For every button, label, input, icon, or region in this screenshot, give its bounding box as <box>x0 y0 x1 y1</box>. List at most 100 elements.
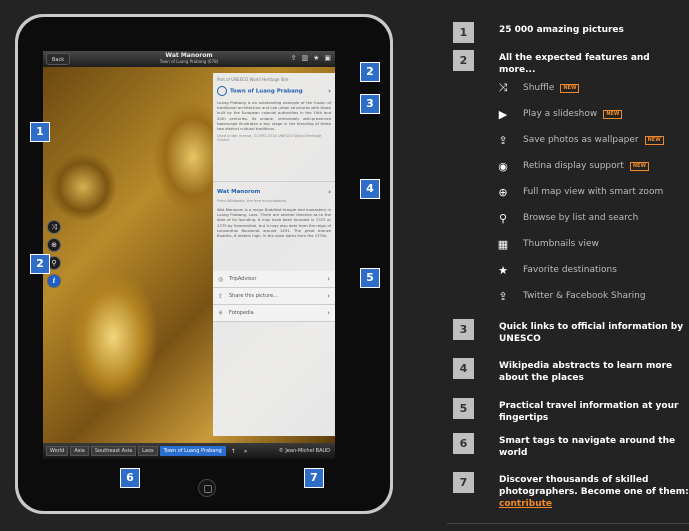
play-icon[interactable]: ▣ <box>324 54 331 62</box>
callout-badge-2: 2 <box>30 254 50 274</box>
globe-icon: ⊕ <box>498 185 508 199</box>
subfeature-retina: ◉ Retina display support NEW <box>496 159 649 173</box>
globe-icon[interactable]: ⊕ <box>47 238 61 252</box>
tag-world[interactable]: World <box>46 446 69 456</box>
feature-number: 7 <box>453 472 474 493</box>
callout-badge-4: 4 <box>360 179 380 199</box>
list-item-tripadvisor[interactable]: ◎ TripAdvisor › <box>213 271 335 288</box>
callout-badge-3: 3 <box>360 94 380 114</box>
star-icon[interactable]: ★ <box>313 54 319 62</box>
feature-text: All the expected features and more... <box>499 53 650 75</box>
new-badge: NEW <box>644 135 664 145</box>
search-icon: ⚲ <box>498 211 508 225</box>
subfeature-wallpaper: ⇪ Save photos as wallpaper NEW <box>496 133 664 147</box>
feature-number: 2 <box>453 50 474 71</box>
unesco-description: Luang Prabang is an outstanding example … <box>217 100 331 132</box>
shuffle-icon[interactable]: ⤨ <box>47 220 61 234</box>
unesco-link[interactable]: Town of Luang Prabang <box>230 89 303 95</box>
wikipedia-link[interactable]: Wat Manorom <box>217 189 260 195</box>
wikipedia-link-row[interactable]: Wat Manorom › <box>217 188 331 196</box>
divider-line <box>447 523 689 524</box>
wikipedia-section: Wat Manorom › From Wikipedia, the free e… <box>217 188 331 238</box>
subfeature-favorites: ★ Favorite destinations <box>496 263 617 277</box>
new-badge: NEW <box>629 161 649 171</box>
feature-number: 3 <box>453 319 474 340</box>
tag-laos[interactable]: Laos <box>138 446 158 456</box>
home-button[interactable] <box>198 479 216 497</box>
subfeature-label: Favorite destinations <box>523 265 617 275</box>
subfeature-label: Play a slideshow <box>523 109 598 119</box>
info-icon[interactable]: i <box>47 274 61 288</box>
feature-text: Discover thousands of skilled photograph… <box>499 474 689 510</box>
feature-number: 1 <box>453 22 474 43</box>
tripadvisor-icon: ◎ <box>218 275 224 283</box>
new-badge: NEW <box>603 109 623 119</box>
star-icon: ★ <box>498 263 508 277</box>
callout-badge-2-top: 2 <box>360 62 380 82</box>
subfeature-label: Full map view with smart zoom <box>523 187 664 197</box>
feature-text: 25 000 amazing pictures <box>499 25 624 35</box>
chevron-right-icon: › <box>327 275 330 283</box>
list-item-fotopedia[interactable]: ⚘ Fotopedia › <box>213 305 335 322</box>
tag-town-of-luang-prabang[interactable]: Town of Luang Prabang <box>159 446 226 456</box>
callout-badge-7: 7 <box>304 468 324 488</box>
subfeature-browse: ⚲ Browse by list and search <box>496 211 638 225</box>
subfeature-label: Save photos as wallpaper <box>523 135 639 145</box>
info-panel: Part of UNESCO World Heritage Site Town … <box>213 73 335 436</box>
subfeature-shuffle: ⤨ Shuffle NEW <box>496 81 580 95</box>
new-badge: NEW <box>560 83 580 93</box>
list-item-label: Share this picture... <box>229 293 278 299</box>
share-icon[interactable]: ⇪ <box>291 54 297 62</box>
photographer-credit[interactable]: © Jean-Michel BAUD <box>279 448 332 454</box>
unesco-logo-icon <box>217 86 227 96</box>
wikipedia-abstract: Wat Manorom is a major Buddhist temple a… <box>217 207 331 239</box>
list-item-label: Fotopedia <box>229 310 254 316</box>
subfeature-label: Shuffle <box>523 83 555 93</box>
tag-asia[interactable]: Asia <box>70 446 89 456</box>
callout-badge-5: 5 <box>360 268 380 288</box>
feature-number: 6 <box>453 433 474 454</box>
subfeature-slideshow: ▶ Play a slideshow NEW <box>496 107 623 121</box>
thumbnails-icon[interactable]: ▥ <box>301 54 308 62</box>
list-item-label: TripAdvisor <box>229 276 257 282</box>
top-bar-icons: ⇪ ▥ ★ ▣ <box>291 54 331 62</box>
subfeature-sharing: ⇪ Twitter & Facebook Sharing <box>496 289 646 303</box>
subfeature-label: Thumbnails view <box>523 239 599 249</box>
panel-divider <box>213 181 335 182</box>
screen-top-bar: Back Wat Manorom Town of Luang Prabang (… <box>43 51 335 67</box>
more-tags-button[interactable]: » <box>241 448 251 455</box>
feature-text: Wikipedia abstracts to learn more about … <box>499 361 673 383</box>
unesco-section: Part of UNESCO World Heritage Site Town … <box>217 77 331 142</box>
breadcrumb-bar: World Asia Southeast Asia Laos Town of L… <box>43 443 335 459</box>
share-icon: ⇪ <box>218 292 224 300</box>
feature-text: Quick links to official information by U… <box>499 322 684 344</box>
shuffle-icon: ⤨ <box>498 81 508 94</box>
arrow-up-icon[interactable]: ↑ <box>228 448 239 455</box>
callout-badge-6: 6 <box>120 468 140 488</box>
chevron-right-icon: › <box>328 87 331 95</box>
unesco-license: Used under license, ©1992-2010 UNESCO Wo… <box>217 134 322 143</box>
feature-text-main: Discover thousands of skilled photograph… <box>499 475 689 497</box>
chevron-right-icon: › <box>328 188 331 196</box>
chevron-right-icon: › <box>327 292 330 300</box>
eye-icon: ◉ <box>498 159 508 173</box>
subfeature-label: Twitter & Facebook Sharing <box>523 291 646 301</box>
subfeature-label: Browse by list and search <box>523 213 639 223</box>
contribute-link[interactable]: contribute <box>499 499 552 509</box>
feature-number: 4 <box>453 358 474 379</box>
tag-southeast-asia[interactable]: Southeast Asia <box>90 446 137 456</box>
subfeature-map: ⊕ Full map view with smart zoom <box>496 185 663 199</box>
fotopedia-icon: ⚘ <box>218 309 224 317</box>
subfeature-label: Retina display support <box>523 161 624 171</box>
ipad-screen: Back Wat Manorom Town of Luang Prabang (… <box>43 51 335 459</box>
chevron-right-icon: › <box>327 309 330 317</box>
feature-number: 5 <box>453 398 474 419</box>
unesco-header: Part of UNESCO World Heritage Site <box>217 77 289 82</box>
subfeature-thumbnails: ▦ Thumbnails view <box>496 237 599 251</box>
list-item-share[interactable]: ⇪ Share this picture... › <box>213 288 335 305</box>
feature-text: Smart tags to navigate around the world <box>499 436 676 458</box>
share-icon: ⇪ <box>498 133 508 147</box>
wikipedia-source: From Wikipedia, the free encyclopedia <box>217 199 286 203</box>
share-icon: ⇪ <box>498 289 508 303</box>
unesco-link-row[interactable]: Town of Luang Prabang › <box>217 86 331 96</box>
